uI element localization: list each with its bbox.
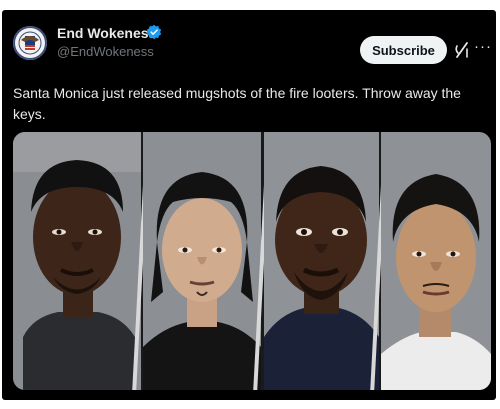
tweet-text: Santa Monica just released mugshots of t… (13, 85, 461, 122)
mugshot-photo-2[interactable] (143, 132, 261, 390)
mugshot-photo-4[interactable] (381, 132, 491, 390)
avatar[interactable] (13, 26, 47, 60)
subscribe-button[interactable]: Subscribe (360, 36, 447, 64)
tweet-card: End Wokeness @EndWokeness Subscribe ··· … (2, 10, 496, 400)
mugshot-photo-1[interactable] (13, 132, 141, 390)
more-options-icon[interactable]: ··· (474, 38, 492, 55)
screenshot-frame: End Wokeness @EndWokeness Subscribe ··· … (0, 10, 500, 400)
eagle-seal-avatar (13, 26, 47, 60)
account-handle[interactable]: @EndWokeness (57, 44, 154, 59)
display-name[interactable]: End Wokeness (57, 25, 156, 41)
mugshot-photo-3[interactable] (264, 132, 379, 390)
tweet-media[interactable] (13, 132, 491, 390)
verified-badge-icon (146, 24, 162, 40)
grok-icon[interactable] (454, 41, 470, 59)
